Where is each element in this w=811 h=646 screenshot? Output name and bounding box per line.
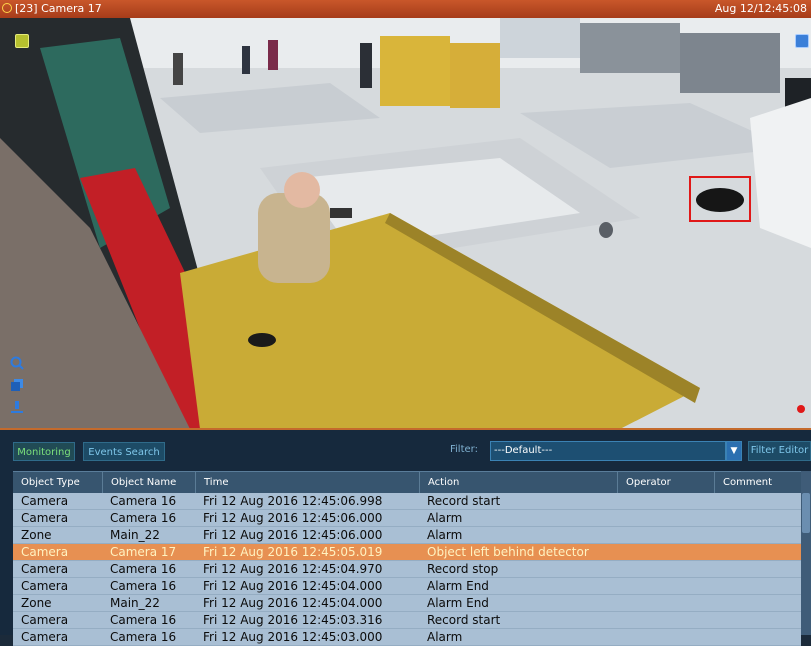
- table-row[interactable]: Camera Camera 16 Fri 12 Aug 2016 12:45:06.…: [13, 493, 801, 510]
- cell-object-type: Camera: [21, 613, 69, 627]
- scrollbar-thumb[interactable]: [802, 493, 810, 533]
- cell-action: Alarm: [427, 528, 463, 542]
- cell-object-name: Camera 16: [110, 562, 177, 576]
- tab-events-search[interactable]: Events Search: [83, 442, 165, 461]
- cell-object-name: Camera 16: [110, 613, 177, 627]
- cell-object-type: Camera: [21, 494, 69, 508]
- cell-time: Fri 12 Aug 2016 12:45:05.019: [203, 545, 383, 559]
- cell-action: Object left behind detector: [427, 545, 589, 559]
- column-header-comment[interactable]: Comment: [715, 472, 801, 493]
- table-row[interactable]: Zone Main_22 Fri 12 Aug 2016 12:45:04.000 A…: [13, 595, 801, 612]
- table-row[interactable]: Zone Main_22 Fri 12 Aug 2016 12:45:06.000 A…: [13, 527, 801, 544]
- table-row[interactable]: Camera Camera 16 Fri 12 Aug 2016 12:45:03.…: [13, 612, 801, 629]
- copy-icon[interactable]: [10, 377, 24, 391]
- chevron-down-icon[interactable]: ▼: [726, 441, 742, 461]
- cell-time: Fri 12 Aug 2016 12:45:04.000: [203, 596, 383, 610]
- cell-action: Alarm: [427, 630, 463, 644]
- table-row[interactable]: Camera Camera 16 Fri 12 Aug 2016 12:45:04.…: [13, 578, 801, 595]
- object-left-behind-detection-box: [689, 176, 751, 222]
- column-header-operator[interactable]: Operator: [618, 472, 715, 493]
- video-scene: [0, 18, 811, 429]
- cell-action: Record start: [427, 494, 501, 508]
- cell-object-type: Camera: [21, 545, 69, 559]
- cell-object-name: Main_22: [110, 528, 160, 542]
- tab-monitoring[interactable]: Monitoring: [13, 442, 75, 461]
- cell-time: Fri 12 Aug 2016 12:45:06.000: [203, 511, 383, 525]
- cell-action: Alarm End: [427, 579, 489, 593]
- column-header-object-name[interactable]: Object Name: [103, 472, 196, 493]
- cell-action: Alarm: [427, 511, 463, 525]
- cell-action: Record start: [427, 613, 501, 627]
- filter-editor-button[interactable]: Filter Editor: [748, 441, 811, 461]
- events-panel: Monitoring Events Search Filter: ---Defa…: [0, 430, 811, 646]
- table-body: Camera Camera 16 Fri 12 Aug 2016 12:45:06.…: [13, 493, 801, 646]
- cell-object-name: Camera 16: [110, 579, 177, 593]
- cell-action: Record stop: [427, 562, 499, 576]
- cell-time: Fri 12 Aug 2016 12:45:06.000: [203, 528, 383, 542]
- camera-timestamp: Aug 12/12:45:08: [714, 2, 807, 15]
- filter-label: Filter:: [450, 444, 478, 455]
- camera-video-feed[interactable]: [0, 18, 811, 429]
- table-row[interactable]: Camera Camera 16 Fri 12 Aug 2016 12:45:04.…: [13, 561, 801, 578]
- cell-object-name: Camera 16: [110, 630, 177, 644]
- cell-object-type: Camera: [21, 511, 69, 525]
- table-row[interactable]: Camera Camera 16 Fri 12 Aug 2016 12:45:03.…: [13, 629, 801, 646]
- save-icon[interactable]: [10, 399, 24, 413]
- table-scrollbar[interactable]: [801, 471, 811, 635]
- filter-select[interactable]: ---Default---: [490, 441, 726, 461]
- zoom-icon[interactable]: [10, 355, 24, 370]
- table-row[interactable]: Camera Camera 17 Fri 12 Aug 2016 12:45:05.…: [13, 544, 801, 561]
- cell-object-type: Camera: [21, 630, 69, 644]
- cell-time: Fri 12 Aug 2016 12:45:04.970: [203, 562, 383, 576]
- info-icon[interactable]: [15, 34, 29, 48]
- cell-time: Fri 12 Aug 2016 12:45:06.998: [203, 494, 383, 508]
- camera-window: [23] Camera 17 Aug 12/12:45:08: [0, 0, 811, 430]
- snapshot-icon[interactable]: [795, 34, 809, 48]
- cell-object-name: Camera 16: [110, 494, 177, 508]
- cell-object-name: Camera 17: [110, 545, 177, 559]
- cell-action: Alarm End: [427, 596, 489, 610]
- cell-object-type: Camera: [21, 562, 69, 576]
- column-header-action[interactable]: Action: [420, 472, 618, 493]
- recording-indicator-icon: [2, 3, 12, 13]
- column-header-time[interactable]: Time: [196, 472, 420, 493]
- cell-object-type: Zone: [21, 596, 52, 610]
- camera-titlebar: [23] Camera 17 Aug 12/12:45:08: [0, 0, 811, 18]
- camera-title: [23] Camera 17: [15, 2, 102, 15]
- table-row[interactable]: Camera Camera 16 Fri 12 Aug 2016 12:45:06.…: [13, 510, 801, 527]
- cell-time: Fri 12 Aug 2016 12:45:03.000: [203, 630, 383, 644]
- table-header: Object Type Object Name Time Action Oper…: [13, 471, 801, 493]
- events-table: Object Type Object Name Time Action Oper…: [13, 471, 801, 646]
- cell-object-type: Zone: [21, 528, 52, 542]
- cell-time: Fri 12 Aug 2016 12:45:04.000: [203, 579, 383, 593]
- cell-object-type: Camera: [21, 579, 69, 593]
- column-header-object-type[interactable]: Object Type: [13, 472, 103, 493]
- rec-dot-icon: [797, 405, 805, 413]
- cell-object-name: Main_22: [110, 596, 160, 610]
- cell-object-name: Camera 16: [110, 511, 177, 525]
- cell-time: Fri 12 Aug 2016 12:45:03.316: [203, 613, 383, 627]
